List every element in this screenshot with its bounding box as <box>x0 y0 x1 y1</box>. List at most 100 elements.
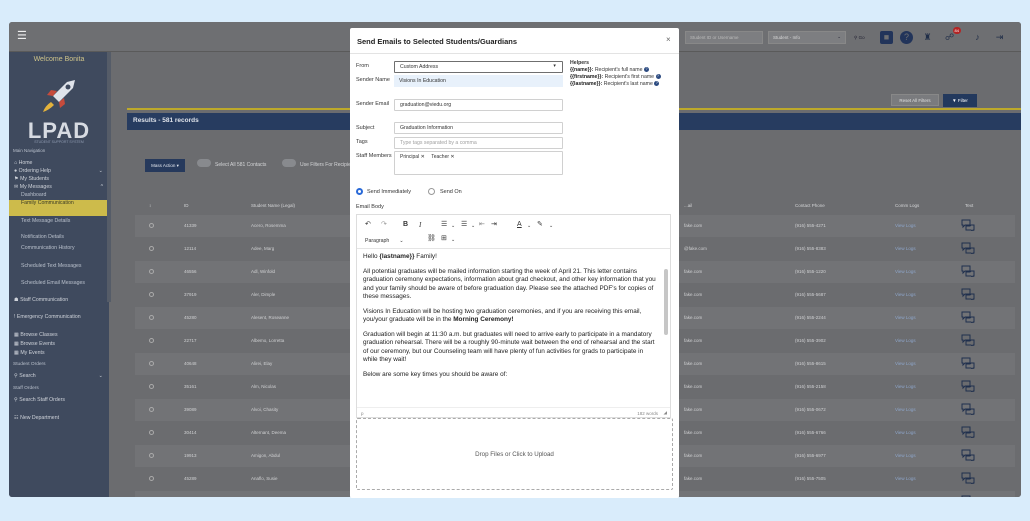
help-icon[interactable]: ? <box>900 31 913 44</box>
col-comm-logs[interactable]: Comm Logs <box>895 203 919 208</box>
chat-icon[interactable] <box>961 403 975 415</box>
reset-filters-button[interactable]: Reset All Filters <box>891 94 939 106</box>
text-color-icon[interactable]: A <box>517 221 522 229</box>
staff-members-field[interactable]: Principal ✕ Teacher ✕ <box>394 151 563 175</box>
user-icon[interactable]: ♜ <box>921 31 934 44</box>
highlight-icon[interactable]: ✎ <box>537 221 543 229</box>
redo-icon[interactable]: ↷ <box>381 221 387 229</box>
chat-icon[interactable] <box>961 311 975 323</box>
bullet-list-icon[interactable]: ☰ <box>441 221 447 229</box>
row-select-radio[interactable] <box>149 407 154 412</box>
sidebar-item-staff-communication[interactable]: ☗ Staff Communication <box>9 297 109 304</box>
from-select[interactable]: Custom Address ▾ <box>394 61 563 73</box>
row-select-radio[interactable] <box>149 315 154 320</box>
outdent-icon[interactable]: ⇤ <box>479 221 485 229</box>
col-contact-phone[interactable]: Contact Phone <box>795 203 825 208</box>
staff-chip[interactable]: Principal ✕ <box>400 154 425 161</box>
chat-icon[interactable] <box>961 426 975 438</box>
row-select-radio[interactable] <box>149 292 154 297</box>
row-view-logs-link[interactable]: View Logs <box>895 246 916 251</box>
row-view-logs-link[interactable]: View Logs <box>895 315 916 320</box>
select-all-toggle[interactable] <box>197 159 211 167</box>
chat-icon[interactable] <box>961 380 975 392</box>
info-icon[interactable]: ? <box>643 67 649 73</box>
sidebar-item-scheduled-text[interactable]: Scheduled Text Messages <box>9 263 109 270</box>
sidebar-item-browse-events[interactable]: ▦ Browse Events <box>9 341 109 348</box>
italic-icon[interactable]: I <box>419 221 421 229</box>
row-select-radio[interactable] <box>149 476 154 481</box>
email-body-editor[interactable]: ↶ ↷ B I ☰ ⌄ ☰ ⌄ ⇤ ⇥ A ⌄ ✎ ⌄ Paragraph ⌄ … <box>356 214 671 418</box>
row-select-radio[interactable] <box>149 246 154 251</box>
chevron-down-icon[interactable]: ⌄ <box>451 236 455 244</box>
sidebar-item-search[interactable]: ⚲ Search ⌄ <box>9 373 109 380</box>
go-button[interactable]: ⚲ Go <box>854 31 872 44</box>
chevron-down-icon[interactable]: ⌄ <box>549 222 553 230</box>
sidebar-item-browse-classes[interactable]: ▦ Browse Classes <box>9 332 109 339</box>
row-view-logs-link[interactable]: View Logs <box>895 361 916 366</box>
sidebar-item-my-messages[interactable]: ✉ My Messages ^ <box>9 184 109 191</box>
row-view-logs-link[interactable]: View Logs <box>895 384 916 389</box>
chat-icon[interactable] <box>961 495 975 497</box>
indent-icon[interactable]: ⇥ <box>491 221 497 229</box>
chevron-down-icon[interactable]: ⌄ <box>451 222 455 230</box>
use-filters-toggle[interactable] <box>282 159 296 167</box>
sidebar-item-notification-details[interactable]: Notification Details <box>9 234 109 241</box>
col-id[interactable]: ID <box>184 203 189 208</box>
row-select-radio[interactable] <box>149 361 154 366</box>
row-view-logs-link[interactable]: View Logs <box>895 476 916 481</box>
subject-field[interactable]: Graduation Information <box>394 122 563 134</box>
staff-chip[interactable]: Teacher ✕ <box>431 154 454 161</box>
row-select-radio[interactable] <box>149 430 154 435</box>
row-view-logs-link[interactable]: View Logs <box>895 292 916 297</box>
resize-handle-icon[interactable]: ◢ <box>664 410 667 416</box>
sidebar-item-search-staff-orders[interactable]: ⚲ Search Staff Orders <box>9 397 109 404</box>
numbered-list-icon[interactable]: ☰ <box>461 221 467 229</box>
chat-icon[interactable] <box>961 288 975 300</box>
sidebar-item-home[interactable]: ⌂ Home <box>9 160 109 167</box>
filter-button[interactable]: ▼ Filter <box>943 94 977 107</box>
chat-icon[interactable] <box>961 219 975 231</box>
col-text[interactable]: Text <box>965 203 973 208</box>
close-icon[interactable]: × <box>666 35 671 44</box>
student-search-input[interactable]: Student ID or Username <box>685 31 763 44</box>
bold-icon[interactable]: B <box>403 221 408 229</box>
logout-icon[interactable]: ⇥ <box>993 31 1006 44</box>
link-icon[interactable]: ⛓ <box>427 235 436 243</box>
sidebar-item-dashboard[interactable]: Dashboard <box>9 192 109 199</box>
sidebar-item-emergency-communication[interactable]: ! Emergency Communication <box>9 314 109 321</box>
sidebar-item-ordering-help[interactable]: ● Ordering Help ⌄ <box>9 168 109 175</box>
sidebar-item-communication-history[interactable]: Communication History <box>9 245 109 252</box>
row-view-logs-link[interactable]: View Logs <box>895 407 916 412</box>
row-view-logs-link[interactable]: View Logs <box>895 430 916 435</box>
email-body-content[interactable]: Hello {lastname}} Family! All potential … <box>363 253 659 385</box>
remove-icon[interactable]: ✕ <box>450 154 454 160</box>
chat-icon[interactable] <box>961 334 975 346</box>
bell-icon[interactable]: ♪ <box>971 31 984 44</box>
sidebar-item-my-students[interactable]: ⚑ My Students <box>9 176 109 183</box>
col-student-name[interactable]: Student Name (Legal) <box>251 203 295 208</box>
row-view-logs-link[interactable]: View Logs <box>895 269 916 274</box>
sender-name-field[interactable]: Visions In Education <box>394 75 563 87</box>
tags-field[interactable]: Type tags separated by a comma <box>394 137 563 149</box>
row-select-radio[interactable] <box>149 223 154 228</box>
row-select-radio[interactable] <box>149 453 154 458</box>
file-dropzone[interactable]: Drop Files or Click to Upload <box>356 418 673 490</box>
send-on-radio[interactable] <box>428 188 435 195</box>
chat-icon[interactable] <box>961 242 975 254</box>
editor-scrollbar[interactable] <box>664 269 668 335</box>
remove-icon[interactable]: ✕ <box>421 154 425 160</box>
row-select-radio[interactable] <box>149 384 154 389</box>
col-email[interactable]: ...ail <box>684 203 692 208</box>
chat-icon[interactable] <box>961 449 975 461</box>
sidebar-item-text-message-details[interactable]: Text Message Details <box>9 218 109 225</box>
row-select-radio[interactable] <box>149 269 154 274</box>
table-icon[interactable]: ⊞ <box>441 235 447 243</box>
info-icon[interactable]: ? <box>655 74 661 80</box>
send-immediately-radio[interactable] <box>356 188 363 195</box>
row-view-logs-link[interactable]: View Logs <box>895 453 916 458</box>
chat-icon[interactable] <box>961 265 975 277</box>
chat-icon[interactable] <box>961 472 975 484</box>
sidebar-item-scheduled-email[interactable]: Scheduled Email Messages <box>9 280 109 287</box>
chevron-down-icon[interactable]: ⌄ <box>471 222 475 230</box>
sidebar-item-new-department[interactable]: ☷ New Department <box>9 415 109 422</box>
